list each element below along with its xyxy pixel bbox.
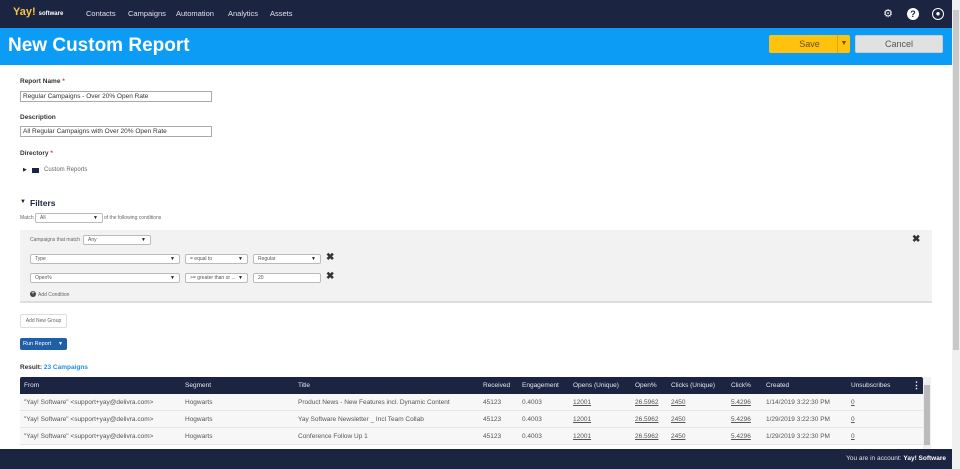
page-scrollbar[interactable]	[952, 0, 960, 469]
remove-condition-icon[interactable]: ✖	[326, 252, 334, 263]
nav-automation[interactable]: Automation	[176, 9, 214, 18]
condition-operator-select[interactable]: >= greater than or ... ▼	[185, 273, 248, 283]
table-cell: Hogwarts	[185, 399, 213, 406]
table-cell: Product News - New Features incl. Dynami…	[298, 399, 450, 406]
column-header[interactable]: From	[24, 377, 39, 394]
result-count-link[interactable]: 23 Campaigns	[44, 364, 88, 371]
table-cell-link[interactable]: 0	[851, 394, 855, 411]
collapse-icon[interactable]: ▼	[20, 199, 26, 205]
chevron-down-icon[interactable]: ▼	[58, 338, 63, 350]
description-input[interactable]: All Regular Campaigns with Over 20% Open…	[20, 126, 212, 137]
table-cell-link[interactable]: 12001	[573, 428, 591, 445]
table-cell: 45123	[483, 416, 502, 423]
table-cell: "Yay! Software" <support+yay@delivra.com…	[24, 433, 154, 440]
column-menu-icon[interactable]: ⋮	[912, 380, 921, 391]
filter-group	[20, 230, 932, 303]
table-cell: Hogwarts	[185, 433, 213, 440]
match-label: Match	[20, 215, 34, 221]
table-cell: 45123	[483, 433, 502, 440]
column-header[interactable]: Received	[483, 377, 510, 394]
result-summary: Result: 23 Campaigns	[20, 364, 88, 371]
table-cell-link[interactable]: 0	[851, 428, 855, 445]
table-cell: Hogwarts	[185, 416, 213, 423]
save-button[interactable]: Save ▼	[769, 35, 850, 53]
table-cell-link[interactable]: 26.5962	[635, 411, 659, 428]
user-icon[interactable]: ●	[932, 8, 944, 20]
table-cell: 0.4003	[522, 399, 542, 406]
help-icon[interactable]: ?	[907, 8, 919, 20]
table-cell-link[interactable]: 5.4296	[731, 394, 751, 411]
footer	[0, 449, 952, 469]
group-match-label: Campaigns that match	[30, 237, 81, 243]
match-suffix: of the following conditions	[104, 215, 162, 221]
column-header[interactable]: Open%	[635, 377, 657, 394]
column-header[interactable]: Created	[766, 377, 789, 394]
report-name-input[interactable]: Regular Campaigns - Over 20% Open Rate	[20, 91, 212, 102]
remove-group-icon[interactable]: ✖	[912, 234, 920, 245]
column-header[interactable]: Segment	[185, 377, 211, 394]
column-header[interactable]: Title	[298, 377, 310, 394]
nav-campaigns[interactable]: Campaigns	[128, 9, 166, 18]
cancel-button[interactable]: Cancel	[855, 35, 943, 53]
add-condition-button[interactable]: Add Condition	[38, 292, 69, 298]
condition-value-select[interactable]: Regular ▼	[253, 254, 321, 264]
column-header[interactable]: Unsubscribes	[851, 377, 890, 394]
column-header[interactable]: Clicks (Unique)	[671, 377, 715, 394]
nav-analytics[interactable]: Analytics	[228, 9, 258, 18]
remove-condition-icon[interactable]: ✖	[326, 271, 334, 282]
table-cell-link[interactable]: 12001	[573, 394, 591, 411]
condition-field-select[interactable]: Open% ▼	[30, 273, 180, 283]
page-title: New Custom Report	[8, 35, 190, 56]
table-cell-link[interactable]: 2450	[671, 411, 685, 428]
table-cell: 1/14/2019 3:22:30 PM	[766, 399, 830, 406]
table-cell-link[interactable]: 0	[851, 411, 855, 428]
table-row[interactable]: "Yay! Software" <support+yay@delivra.com…	[20, 411, 923, 428]
gear-icon[interactable]: ⚙	[882, 8, 894, 20]
directory-item[interactable]: Custom Reports	[44, 167, 87, 173]
table-cell-link[interactable]: 26.5962	[635, 394, 659, 411]
table-cell: 1/29/2019 3:22:30 PM	[766, 433, 830, 440]
table-cell-link[interactable]: 12001	[573, 411, 591, 428]
table-cell: "Yay! Software" <support+yay@delivra.com…	[24, 399, 154, 406]
table-cell-link[interactable]: 26.5962	[635, 428, 659, 445]
expand-icon[interactable]: ▶	[23, 167, 27, 173]
run-report-button[interactable]: Run Report ▼	[20, 338, 67, 350]
table-scrollbar[interactable]	[923, 377, 931, 449]
condition-field-select[interactable]: Type ▼	[30, 254, 180, 264]
table-cell-link[interactable]: 5.4296	[731, 428, 751, 445]
table-cell-link[interactable]: 5.4296	[731, 411, 751, 428]
directory-label: Directory *	[20, 150, 53, 157]
table-cell: 0.4003	[522, 416, 542, 423]
account-info: You are in account: Yay! Software	[846, 455, 946, 462]
table-cell-link[interactable]: 2450	[671, 394, 685, 411]
table-row[interactable]: "Yay! Software" <support+yay@delivra.com…	[20, 428, 923, 445]
report-name-label: Report Name *	[20, 78, 65, 85]
table-cell: 1/29/2019 3:22:30 PM	[766, 416, 830, 423]
folder-icon	[32, 168, 39, 173]
match-select[interactable]: All ▼	[35, 213, 103, 223]
nav-contacts[interactable]: Contacts	[86, 9, 116, 18]
column-header[interactable]: Opens (Unique)	[573, 377, 619, 394]
nav-assets[interactable]: Assets	[270, 9, 293, 18]
table-cell: "Yay! Software" <support+yay@delivra.com…	[24, 416, 154, 423]
column-header[interactable]: Engagement	[522, 377, 559, 394]
table-cell: Conference Follow Up 1	[298, 433, 368, 440]
group-match-select[interactable]: Any ▼	[83, 235, 151, 245]
filters-heading: Filters	[30, 198, 56, 208]
condition-value-input[interactable]: 20	[253, 273, 321, 283]
chevron-down-icon[interactable]: ▼	[837, 35, 850, 53]
add-new-group-button[interactable]: Add New Group	[20, 314, 67, 328]
column-header[interactable]: Click%	[731, 377, 751, 394]
plus-icon[interactable]: +	[30, 291, 36, 297]
logo[interactable]: Yay! software	[13, 6, 63, 18]
table-cell-link[interactable]: 2450	[671, 428, 685, 445]
table-row[interactable]: "Yay! Software" <support+yay@delivra.com…	[20, 394, 923, 411]
description-label: Description	[20, 114, 56, 121]
table-cell: 0.4003	[522, 433, 542, 440]
condition-operator-select[interactable]: = equal to ▼	[185, 254, 248, 264]
table-cell: Yay Software Newsletter _ Incl Team Coll…	[298, 416, 424, 423]
table-cell: 45123	[483, 399, 502, 406]
